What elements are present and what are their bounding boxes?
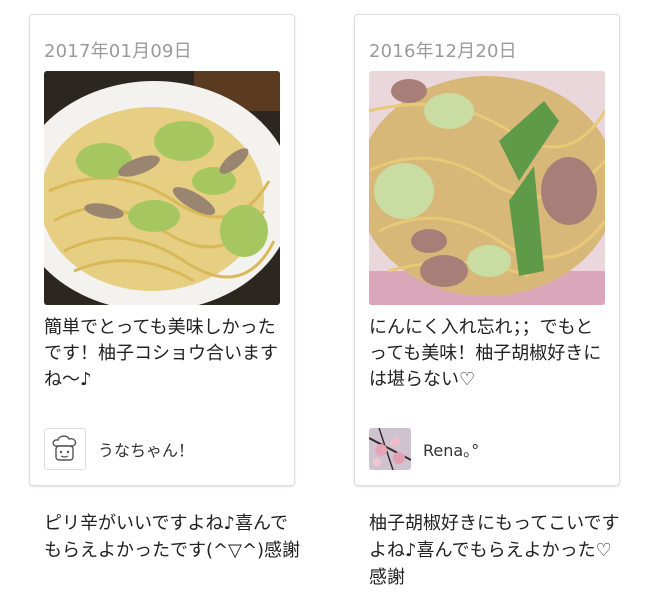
cherry-blossom-photo-icon[interactable] [369,428,411,470]
chef-hat-face-icon[interactable] [44,428,86,470]
author-row[interactable]: Rena｡° [369,427,479,471]
post-date: 2017年01月09日 [44,41,192,62]
author-reply: 柚子胡椒好きにもってこいですよね♪喜んでもらえよかった♡感謝 [369,513,620,588]
author-name[interactable]: うなちゃん！ [98,437,194,461]
author-row[interactable]: うなちゃん！ [44,427,194,471]
tsukurepo-comment: 簡単でとっても美味しかったです！柚子コショウ合いますね～♪ [44,317,278,390]
dish-photo[interactable] [44,71,280,305]
post-date: 2016年12月20日 [369,41,517,62]
author-name[interactable]: Rena｡° [423,437,479,461]
dish-photo[interactable] [369,71,605,305]
author-reply: ピリ辛がいいですよね♪喜んでもらえよかったです(^▽^)感謝 [44,513,301,561]
tsukurepo-card[interactable]: 2016年12月20日 にんにく入れ忘れ；；でもとっても美味！柚子胡椒好きには堪… [354,14,620,486]
tsukurepo-comment: にんにく入れ忘れ；；でもとっても美味！柚子胡椒好きには堪らない♡ [369,317,602,390]
tsukurepo-card[interactable]: 2017年01月09日 簡単でとっても美味しかったです！柚子コショウ合いますね～… [29,14,295,486]
